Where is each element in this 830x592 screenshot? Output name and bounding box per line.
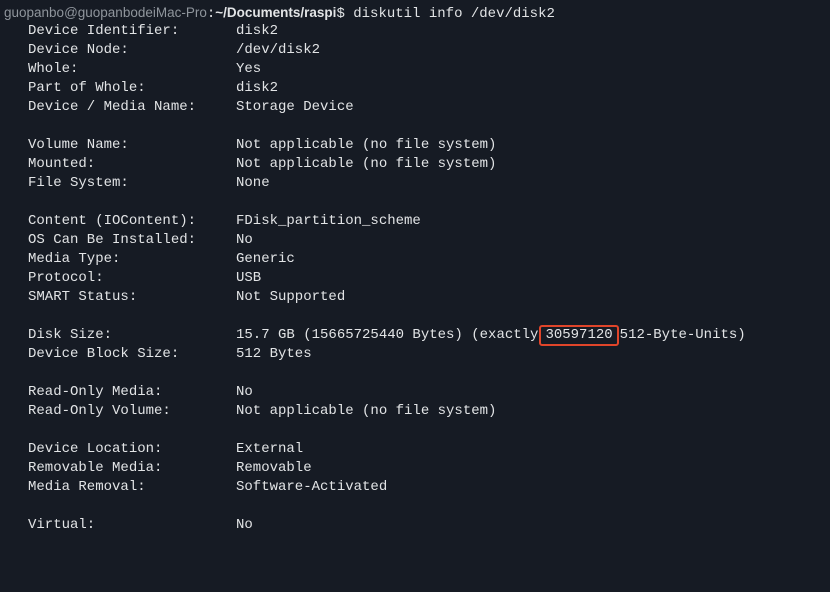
info-row-device-node: Device Node: /dev/disk2: [0, 41, 320, 60]
info-key: Content (IOContent):: [28, 213, 197, 229]
info-row-file-system: File System: None: [0, 174, 270, 193]
info-key: Device Identifier:: [28, 23, 180, 39]
info-value: None: [236, 175, 270, 191]
info-row-disk-size: Disk Size: 15.7 GB (15665725440 Bytes) (…: [0, 325, 746, 346]
prompt-symbol: $: [336, 6, 345, 22]
info-key: Disk Size:: [28, 327, 113, 343]
prompt-path: ~/Documents/raspi: [215, 5, 337, 20]
info-key: Volume Name:: [28, 137, 129, 153]
prompt-command: diskutil info /dev/disk2: [353, 6, 555, 22]
info-row-os-can-be-installed: OS Can Be Installed: No: [0, 231, 253, 250]
info-value: 512 Bytes: [236, 346, 312, 362]
info-key: Protocol:: [28, 270, 104, 286]
disk-size-suffix: 512-Byte-Units): [619, 327, 746, 343]
info-row-content: Content (IOContent): FDisk_partition_sch…: [0, 212, 421, 231]
info-value: No: [236, 384, 253, 400]
info-value: Not applicable (no file system): [236, 403, 497, 419]
info-row-part-of-whole: Part of Whole: disk2: [0, 79, 278, 98]
info-key: Device Block Size:: [28, 346, 180, 362]
info-value: Generic: [236, 251, 295, 267]
info-row-protocol: Protocol: USB: [0, 269, 261, 288]
info-value: Software-Activated: [236, 479, 388, 495]
info-value: No: [236, 517, 253, 533]
info-key: Media Type:: [28, 251, 121, 267]
info-row-mounted: Mounted: Not applicable (no file system): [0, 155, 496, 174]
info-key: Part of Whole:: [28, 80, 146, 96]
info-value: USB: [236, 270, 262, 286]
info-value: Storage Device: [236, 99, 354, 115]
info-value: Not Supported: [236, 289, 346, 305]
info-value: No: [236, 232, 253, 248]
terminal-window[interactable]: guopanbo@guopanbodeiMac-Pro:~/Documents/…: [0, 0, 830, 540]
info-key: Virtual:: [28, 517, 96, 533]
info-key: Device / Media Name:: [28, 99, 197, 115]
prompt-separator: :: [206, 6, 216, 22]
info-row-media-type: Media Type: Generic: [0, 250, 295, 269]
info-value: disk2: [236, 80, 279, 96]
disk-size-prefix: 15.7 GB (15665725440 Bytes) (exactly: [236, 327, 539, 343]
info-key: Device Location:: [28, 441, 163, 457]
info-key: Mounted:: [28, 156, 96, 172]
shell-prompt-line: guopanbo@guopanbodeiMac-Pro:~/Documents/…: [4, 3, 555, 22]
info-row-media-removal: Media Removal: Software-Activated: [0, 478, 387, 497]
info-value: Removable: [236, 460, 312, 476]
info-row-device-identifier: Device Identifier: disk2: [0, 22, 278, 41]
info-key: Removable Media:: [28, 460, 163, 476]
info-value: Not applicable (no file system): [236, 156, 497, 172]
info-row-smart-status: SMART Status: Not Supported: [0, 288, 345, 307]
info-key: Read-Only Volume:: [28, 403, 171, 419]
info-row-whole: Whole: Yes: [0, 60, 261, 79]
info-value: /dev/disk2: [236, 42, 321, 58]
info-value: Yes: [236, 61, 262, 77]
info-row-device-location: Device Location: External: [0, 440, 303, 459]
info-key: File System:: [28, 175, 129, 191]
info-key: Device Node:: [28, 42, 129, 58]
info-value: Not applicable (no file system): [236, 137, 497, 153]
info-row-read-only-media: Read-Only Media: No: [0, 383, 253, 402]
info-row-virtual: Virtual: No: [0, 516, 253, 535]
highlighted-block-count: 30597120: [539, 325, 619, 346]
info-key: Whole:: [28, 61, 79, 77]
info-key: Read-Only Media:: [28, 384, 163, 400]
info-row-removable-media: Removable Media: Removable: [0, 459, 312, 478]
info-row-media-name: Device / Media Name: Storage Device: [0, 98, 354, 117]
info-value: FDisk_partition_scheme: [236, 213, 421, 229]
info-value: disk2: [236, 23, 279, 39]
info-row-volume-name: Volume Name: Not applicable (no file sys…: [0, 136, 496, 155]
info-value: External: [236, 441, 304, 457]
info-value: 15.7 GB (15665725440 Bytes) (exactly 3059…: [236, 325, 746, 347]
prompt-user-host: guopanbo@guopanbodeiMac-Pro: [4, 5, 207, 20]
info-row-read-only-volume: Read-Only Volume: Not applicable (no fil…: [0, 402, 496, 421]
info-key: OS Can Be Installed:: [28, 232, 197, 248]
info-key: Media Removal:: [28, 479, 146, 495]
info-key: SMART Status:: [28, 289, 138, 305]
info-row-block-size: Device Block Size: 512 Bytes: [0, 345, 312, 364]
